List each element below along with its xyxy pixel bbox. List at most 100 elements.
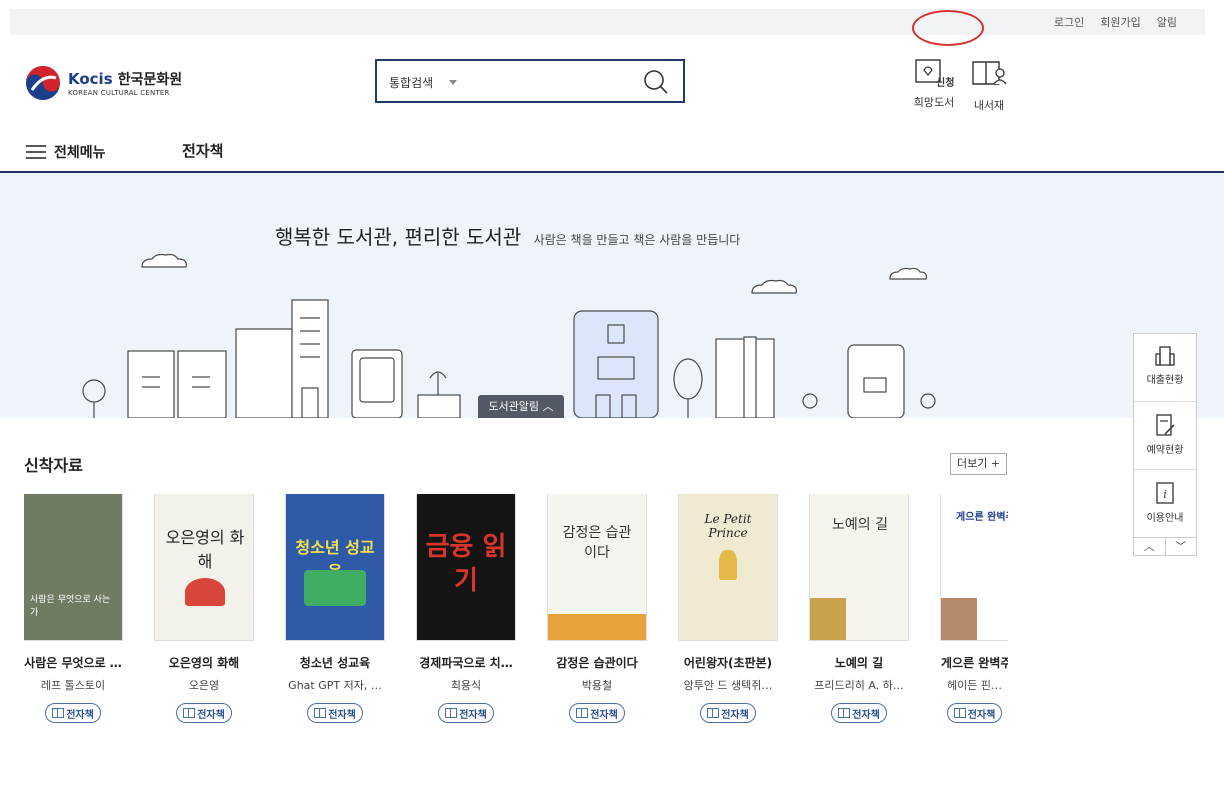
book-icon bbox=[314, 708, 327, 718]
quick-menu: 대출현황 예약현황 i 이용안내 ︿ ﹀ bbox=[1133, 333, 1197, 556]
book-icon bbox=[576, 708, 589, 718]
ebook-badge-label: 전자책 bbox=[590, 709, 618, 721]
book-item[interactable]: 노예의 길 노예의 길 프리드리히 A. 하… 전자책 bbox=[810, 494, 928, 723]
cover-art bbox=[810, 598, 846, 640]
quick-loan-status[interactable]: 대출현황 bbox=[1134, 344, 1196, 386]
ebook-badge-label: 전자책 bbox=[197, 709, 225, 721]
book-title[interactable]: 어린왕자(초판본) bbox=[679, 654, 777, 671]
all-menu-button[interactable]: 전체메뉴 bbox=[26, 142, 106, 162]
book-author: 앙투안 드 생텍쥐… bbox=[683, 679, 773, 692]
cover-text: 사람은 무엇으로 사는가 bbox=[30, 595, 111, 618]
book-icon bbox=[838, 708, 851, 718]
wish-book-button[interactable]: 신청 희망도서 bbox=[912, 58, 956, 110]
book-title[interactable]: 청소년 성교육 bbox=[286, 654, 384, 671]
search-scope-select[interactable]: 통합검색 bbox=[389, 74, 433, 91]
book-cover[interactable]: 게으른 완벽주의 bbox=[941, 494, 1008, 640]
book-cover[interactable]: 오은영의 화해 bbox=[155, 494, 253, 640]
book-item[interactable]: 오은영의 화해 오은영의 화해 오은영 전자책 bbox=[155, 494, 273, 723]
scroll-down-button[interactable]: ﹀ bbox=[1166, 538, 1197, 556]
book-item[interactable]: Le Petit Prince 어린왕자(초판본) 앙투안 드 생텍쥐… 전자책 bbox=[679, 494, 797, 723]
ebook-badge-label: 전자책 bbox=[967, 709, 996, 721]
book-item[interactable]: 게으른 완벽주의 게으른 완벽주… 헤이든 핀… 전자책 bbox=[941, 494, 1008, 723]
ebook-badge[interactable]: 전자책 bbox=[176, 703, 232, 723]
book-cover[interactable]: 노예의 길 bbox=[810, 494, 908, 640]
city-illustration bbox=[82, 253, 936, 418]
cover-text: 오은영의 화해 bbox=[165, 528, 245, 571]
site-logo[interactable]: Kocis 한국문화원 KOREAN CULTURAL CENTER bbox=[24, 64, 182, 102]
my-library-button[interactable]: 내서재 bbox=[970, 58, 1008, 113]
signup-highlight-circle bbox=[912, 10, 984, 46]
cover-art bbox=[719, 550, 737, 580]
quick-divider bbox=[1134, 469, 1196, 470]
book-item[interactable]: 금융 읽기 경제파국으로 치… 최용식 전자책 bbox=[417, 494, 535, 723]
ebook-badge[interactable]: 전자책 bbox=[307, 703, 363, 723]
book-icon bbox=[953, 708, 966, 718]
ebook-badge-label: 전자책 bbox=[66, 709, 94, 721]
book-icon bbox=[707, 708, 720, 718]
library-notice-tab[interactable]: 도서관알림 ︿ bbox=[478, 395, 564, 418]
search-input[interactable] bbox=[467, 69, 631, 95]
quick-reservation-status[interactable]: 예약현황 bbox=[1134, 412, 1196, 456]
signup-link[interactable]: 회원가입 bbox=[1100, 14, 1140, 30]
book-cover[interactable]: 사람은 무엇으로 사는가 bbox=[24, 494, 122, 640]
building-icon bbox=[1155, 346, 1175, 366]
new-arrivals-title: 신착자료 bbox=[24, 456, 83, 475]
search-icon[interactable] bbox=[643, 69, 669, 95]
book-title[interactable]: 감정은 습관이다 bbox=[548, 654, 646, 671]
cover-text: 게으른 완벽주의 bbox=[956, 512, 1008, 523]
book-cover[interactable]: 금융 읽기 bbox=[417, 494, 515, 640]
book-icon bbox=[445, 708, 458, 718]
taegeuk-logo-icon bbox=[26, 66, 60, 100]
book-author: 프리드리히 A. 하… bbox=[814, 679, 904, 692]
ebook-badge[interactable]: 전자책 bbox=[569, 703, 625, 723]
book-title[interactable]: 노예의 길 bbox=[810, 654, 908, 671]
book-title[interactable]: 게으른 완벽주… bbox=[941, 654, 1008, 671]
book-title[interactable]: 사람은 무엇으로 … bbox=[24, 654, 122, 671]
ebook-badge[interactable]: 전자책 bbox=[438, 703, 494, 723]
book-item[interactable]: 감정은 습관이다 감정은 습관이다 박용철 전자책 bbox=[548, 494, 666, 723]
book-icon bbox=[183, 708, 196, 718]
chevron-down-icon[interactable] bbox=[449, 80, 457, 85]
book-cover[interactable]: 감정은 습관이다 bbox=[548, 494, 646, 640]
logo-korean: 한국문화원 bbox=[117, 72, 183, 88]
quick-guide-label: 이용안내 bbox=[1146, 513, 1184, 524]
ebook-badge[interactable]: 전자책 bbox=[831, 703, 887, 723]
more-button[interactable]: 더보기 + bbox=[950, 453, 1007, 475]
cover-text: 금융 읽기 bbox=[425, 532, 507, 596]
book-author: Ghat GPT 저자, … bbox=[288, 679, 382, 692]
ebook-badge[interactable]: 전자책 bbox=[700, 703, 756, 723]
book-item[interactable]: 사람은 무엇으로 사는가 사람은 무엇으로 … 레프 톨스토이 전자책 bbox=[24, 494, 142, 723]
nav-ebook-link[interactable]: 전자책 bbox=[182, 140, 223, 161]
ebook-badge-label: 전자책 bbox=[459, 709, 487, 721]
hero-banner: 행복한 도서관, 편리한 도서관 사람은 책을 만들고 책은 사람을 만듭니다 bbox=[0, 173, 1224, 418]
ebook-badge[interactable]: 전자책 bbox=[45, 703, 101, 723]
cover-art bbox=[548, 614, 646, 640]
login-link[interactable]: 로그인 bbox=[1054, 14, 1084, 30]
book-author: 레프 톨스토이 bbox=[40, 679, 106, 692]
scroll-up-button[interactable]: ︿ bbox=[1134, 538, 1166, 556]
cover-text: 감정은 습관이다 bbox=[562, 525, 632, 561]
search-box: 통합검색 bbox=[375, 59, 685, 103]
book-title[interactable]: 오은영의 화해 bbox=[155, 654, 253, 671]
top-links: 로그인 회원가입 알림 bbox=[1054, 14, 1177, 30]
ebook-badge-label: 전자책 bbox=[721, 709, 749, 721]
book-item[interactable]: 청소년 성교육 청소년 성교육 Ghat GPT 저자, … 전자책 bbox=[286, 494, 404, 723]
book-cover[interactable]: 청소년 성교육 bbox=[286, 494, 384, 640]
top-utility-bar: 로그인 회원가입 알림 bbox=[10, 9, 1205, 35]
book-cover[interactable]: Le Petit Prince bbox=[679, 494, 777, 640]
book-icon bbox=[52, 708, 65, 718]
note-pen-icon bbox=[1156, 414, 1175, 436]
my-library-icon bbox=[972, 61, 1007, 85]
svg-text:i: i bbox=[1163, 488, 1167, 501]
wish-book-label: 희망도서 bbox=[913, 96, 955, 109]
quick-loan-label: 대출현황 bbox=[1146, 375, 1184, 386]
quick-reservation-label: 예약현황 bbox=[1146, 445, 1184, 456]
book-author: 헤이든 핀… bbox=[947, 679, 1002, 692]
wish-badge: 신청 bbox=[936, 78, 955, 89]
notification-link[interactable]: 알림 bbox=[1157, 14, 1177, 30]
book-title[interactable]: 경제파국으로 치… bbox=[417, 654, 515, 671]
book-author: 박용철 bbox=[581, 679, 613, 692]
ebook-badge[interactable]: 전자책 bbox=[946, 703, 1003, 723]
quick-guide[interactable]: i 이용안내 bbox=[1134, 480, 1196, 524]
hamburger-icon bbox=[26, 145, 46, 159]
